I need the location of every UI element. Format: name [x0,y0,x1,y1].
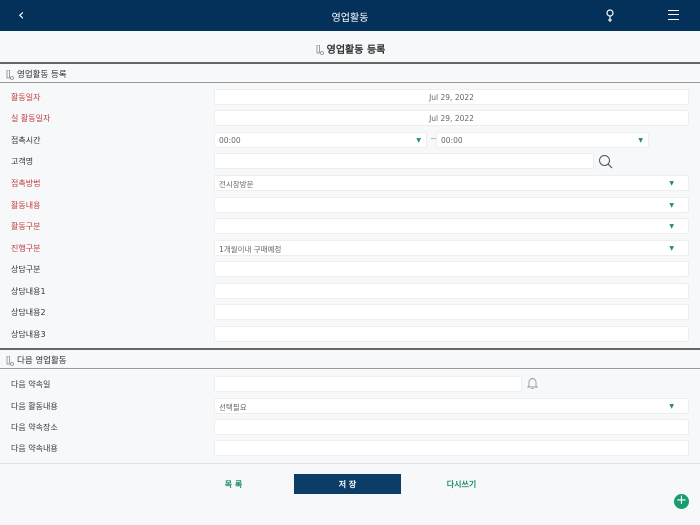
save-button[interactable]: 저 장 [294,474,401,494]
select-value: 전시장방문 [219,180,254,189]
reset-button[interactable]: 다시쓰기 [408,474,515,494]
text-input[interactable] [214,440,689,456]
page-title: 영업활동 등록 [0,31,700,62]
dropdown-arrow-icon: ▼ [669,180,674,187]
dropdown-arrow-icon: ▼ [669,245,674,252]
dropdown-select[interactable]: 선택필요 ▼ [214,398,689,414]
text-input[interactable] [214,326,689,342]
top-bar: ‹ 영업활동 [0,0,700,31]
add-fab-button[interactable]: + [674,494,689,509]
field-label: 상담구분 [11,265,41,274]
field-label: 활동일자 [11,93,41,102]
date-input[interactable]: Jul 29, 2022 [214,89,689,105]
dropdown-arrow-icon: ▼ [638,137,643,144]
dropdown-select[interactable]: ▼ [214,218,689,234]
text-input[interactable] [214,419,689,435]
start-time-value: 00:00 [219,136,241,145]
dropdown-arrow-icon: ▼ [669,202,674,209]
text-input[interactable] [214,304,689,320]
field-label: 진행구분 [11,244,41,253]
field-label: 다음 약속내용 [11,444,58,453]
field-label: 활동구분 [11,222,41,231]
app-title: 영업활동 [331,13,369,24]
select-value: 선택필요 [219,403,247,412]
text-input[interactable] [214,261,689,277]
dropdown-select[interactable]: ▼ [214,197,689,213]
field-label: 활동내용 [11,201,41,210]
section-icon [6,355,14,366]
dropdown-arrow-icon: ▼ [416,137,421,144]
field-label: 접촉시간 [11,136,41,145]
end-time-select[interactable]: 00:00 ▼ [436,132,649,148]
section-icon [6,69,14,80]
date-input[interactable]: Jul 29, 2022 [214,110,689,126]
field-label: 다음 활동내용 [11,402,58,411]
footer-divider [0,463,700,464]
bell-icon[interactable] [527,377,538,390]
next-appointment-date-input[interactable] [214,376,522,392]
section-title: 다음 영업활동 [17,356,67,366]
dropdown-arrow-icon: ▼ [669,223,674,230]
search-icon[interactable] [598,154,613,169]
field-label: 고객명 [11,157,34,166]
select-value: 1개월이내 구매예정 [219,245,282,254]
field-label: 실 활동일자 [11,114,51,123]
hamburger-menu-icon[interactable] [668,10,679,20]
start-time-select[interactable]: 00:00 ▼ [214,132,427,148]
field-label: 접촉방법 [11,179,41,188]
field-label: 다음 약속장소 [11,423,58,432]
customer-name-input[interactable] [214,153,594,169]
field-label: 다음 약속일 [11,380,51,389]
page-title-text: 영업활동 등록 [326,45,386,56]
field-label: 상담내용3 [11,330,46,339]
section-header-next: 다음 영업활동 [0,348,700,369]
map-pin-icon[interactable] [604,8,616,24]
end-time-value: 00:00 [441,136,463,145]
section-icon [316,45,324,55]
list-button[interactable]: 목 록 [180,474,287,494]
dropdown-select[interactable]: 1개월이내 구매예정 ▼ [214,240,689,256]
field-label: 상담내용2 [11,308,46,317]
section-header-activity: 영업활동 등록 [0,62,700,83]
section-title: 영업활동 등록 [17,70,67,80]
field-label: 상담내용1 [11,287,46,296]
dropdown-arrow-icon: ▼ [669,403,674,410]
dropdown-select[interactable]: 전시장방문 ▼ [214,175,689,191]
text-input[interactable] [214,283,689,299]
